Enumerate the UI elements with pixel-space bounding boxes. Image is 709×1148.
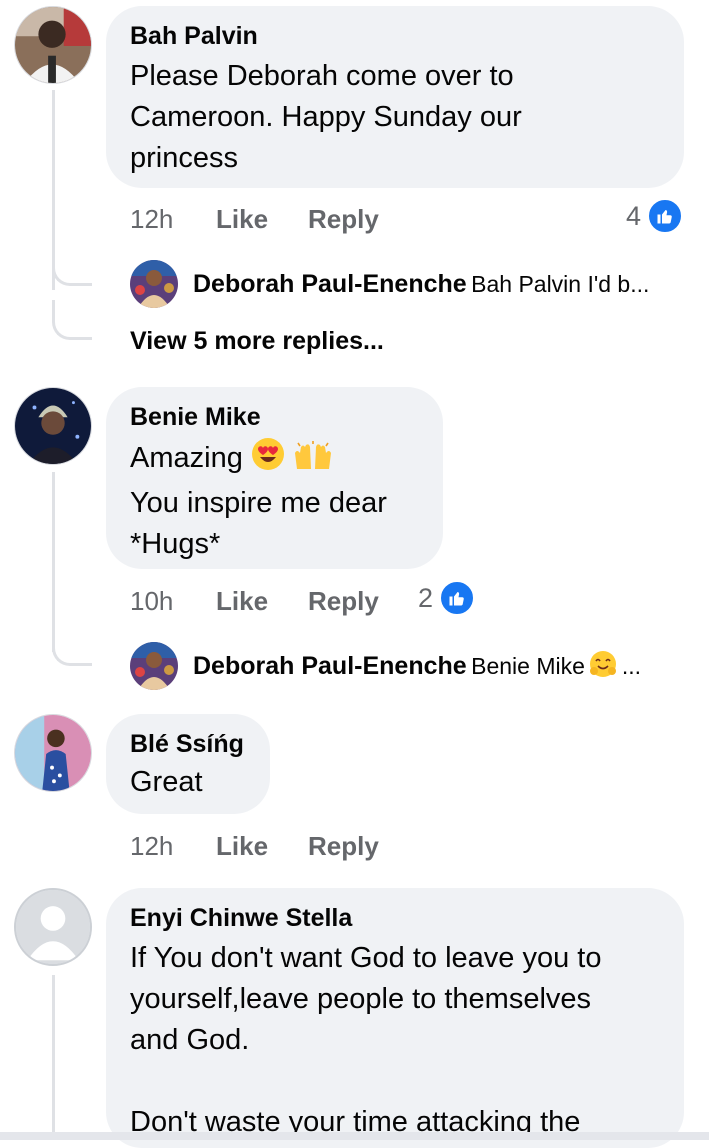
- avatar[interactable]: [14, 888, 92, 966]
- profile-photo: [15, 7, 91, 83]
- reply-avatar[interactable]: [130, 642, 178, 690]
- comment-text: Please Deborah come over to Cameroon. Ha…: [130, 60, 522, 174]
- reply-button[interactable]: Reply: [308, 585, 379, 617]
- reaction-count-number: 2: [418, 582, 434, 613]
- thread-line: [52, 472, 55, 652]
- reply-preview[interactable]: Deborah Paul-Enenche Benie Mike ...: [193, 650, 683, 690]
- comment-bubble[interactable]: Enyi Chinwe Stella If You don't want God…: [106, 888, 684, 1148]
- thread-line: [52, 975, 55, 1135]
- thread-connector: [52, 630, 92, 666]
- comment-bubble[interactable]: Bah Palvin Please Deborah come over to C…: [106, 6, 684, 188]
- comment-text: yourself,leave people to themselves: [130, 983, 592, 1015]
- avatar[interactable]: [14, 6, 92, 84]
- like-button[interactable]: Like: [216, 203, 268, 235]
- like-button[interactable]: Like: [216, 585, 268, 617]
- comment-timestamp[interactable]: 12h: [130, 203, 173, 235]
- reply-avatar[interactable]: [130, 260, 178, 308]
- default-profile-icon: [16, 890, 90, 964]
- comment-text: and God.: [130, 1024, 250, 1056]
- comment-bubble[interactable]: Benie Mike Amazing You inspire me dear *…: [106, 387, 443, 569]
- comment-text: If You don't want God to leave you to: [130, 942, 602, 974]
- comment-author[interactable]: Enyi Chinwe Stella: [130, 902, 660, 934]
- thread-connector: [52, 300, 92, 340]
- like-button[interactable]: Like: [216, 830, 268, 862]
- avatar[interactable]: [14, 714, 92, 792]
- thumbs-up-icon: [647, 198, 684, 234]
- view-more-replies-link[interactable]: View 5 more replies...: [130, 325, 384, 357]
- reaction-count-number: 4: [626, 200, 642, 231]
- comment-timestamp[interactable]: 12h: [130, 830, 173, 862]
- bottom-divider: [0, 1132, 709, 1140]
- avatar[interactable]: [14, 387, 92, 465]
- thumbs-up-icon: [439, 580, 476, 616]
- thread-connector: [52, 250, 92, 286]
- comment-text: *Hugs*: [130, 528, 221, 560]
- reply-author[interactable]: Deborah Paul-Enenche: [193, 270, 467, 298]
- reply-text: Bah Palvin I'd b...: [471, 271, 650, 297]
- hugging-face-emoji: [589, 650, 617, 690]
- comment-bubble[interactable]: Blé Ssíńg Great: [106, 714, 270, 814]
- profile-photo: [15, 715, 91, 791]
- comment-text-line: Amazing: [130, 437, 419, 483]
- reaction-count[interactable]: 2: [418, 580, 476, 616]
- raising-hands-emoji: [293, 441, 333, 483]
- reaction-count[interactable]: 4: [626, 198, 684, 234]
- reply-text-ellipsis: ...: [621, 653, 641, 679]
- profile-photo: [15, 388, 91, 464]
- reply-text: Benie Mike: [471, 653, 585, 679]
- comment-author[interactable]: Bah Palvin: [130, 20, 660, 52]
- comment-timestamp[interactable]: 10h: [130, 585, 173, 617]
- reply-preview[interactable]: Deborah Paul-Enenche Bah Palvin I'd b...: [193, 268, 683, 304]
- profile-photo: [130, 642, 178, 690]
- comment-author[interactable]: Blé Ssíńg: [130, 728, 246, 760]
- comment-text: You inspire me dear: [130, 487, 387, 519]
- heart-eyes-emoji: [251, 437, 285, 483]
- reply-button[interactable]: Reply: [308, 830, 379, 862]
- comment-text: Amazing: [130, 442, 243, 474]
- reply-author[interactable]: Deborah Paul-Enenche: [193, 652, 467, 680]
- comment-author[interactable]: Benie Mike: [130, 401, 419, 433]
- reply-button[interactable]: Reply: [308, 203, 379, 235]
- comment-text: Great: [130, 766, 203, 798]
- profile-photo: [130, 260, 178, 308]
